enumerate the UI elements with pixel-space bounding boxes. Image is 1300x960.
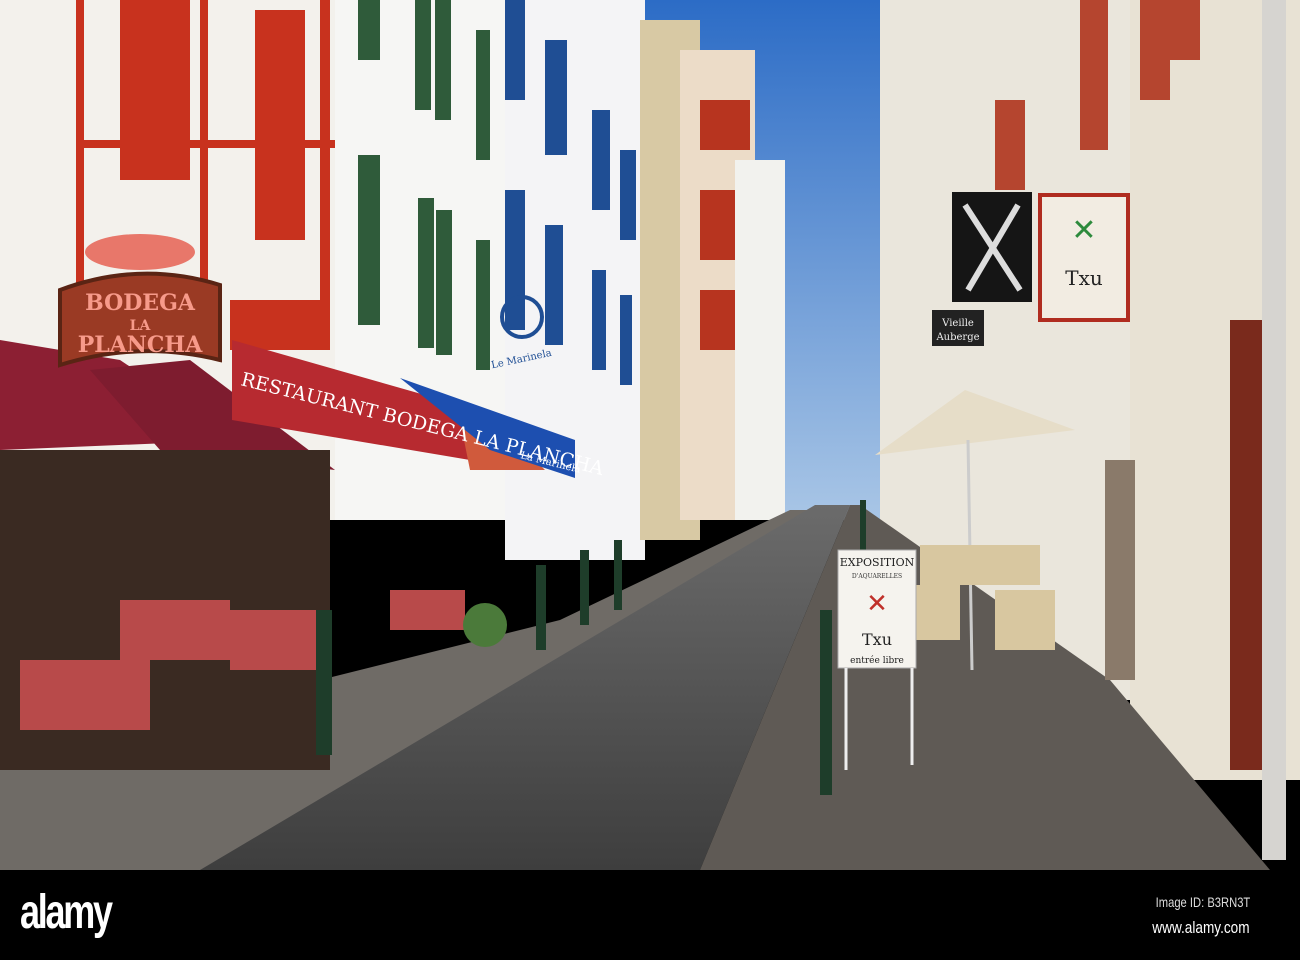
stock-photo: BODEGA LA PLANCHA RESTAURANT BODEGA LA P… [0, 0, 1300, 960]
sign-text: Txu [862, 630, 892, 649]
sign-text: EXPOSITION [840, 556, 915, 569]
watermark-footer: alamy Image ID: B3RN3T www.alamy.com [0, 870, 1300, 960]
site-url: www.alamy.com [1152, 918, 1250, 937]
alamy-logo: alamy [20, 886, 113, 939]
sign-text: Auberge [935, 332, 979, 343]
sign-text: Txu [1065, 266, 1103, 290]
txu-hanging-sign: ✕ Txu [1038, 193, 1130, 322]
svg-text:✕: ✕ [866, 589, 888, 619]
image-id: Image ID: B3RN3T [1155, 894, 1250, 910]
sign-text: entrée libre [850, 655, 904, 666]
sign-text: BODEGA [85, 290, 196, 316]
vieille-auberge-sign: Vieille Auberge [932, 310, 984, 346]
street-scene-photo: BODEGA LA PLANCHA RESTAURANT BODEGA LA P… [0, 0, 1300, 870]
sign-text: D'AQUARELLES [852, 573, 902, 580]
svg-text:✕: ✕ [1071, 213, 1096, 248]
sign-text: Vieille [941, 318, 974, 329]
woman-on-phone [1105, 460, 1135, 680]
sign-text: PLANCHA [78, 332, 203, 358]
fork-spoon-sign [952, 192, 1032, 302]
